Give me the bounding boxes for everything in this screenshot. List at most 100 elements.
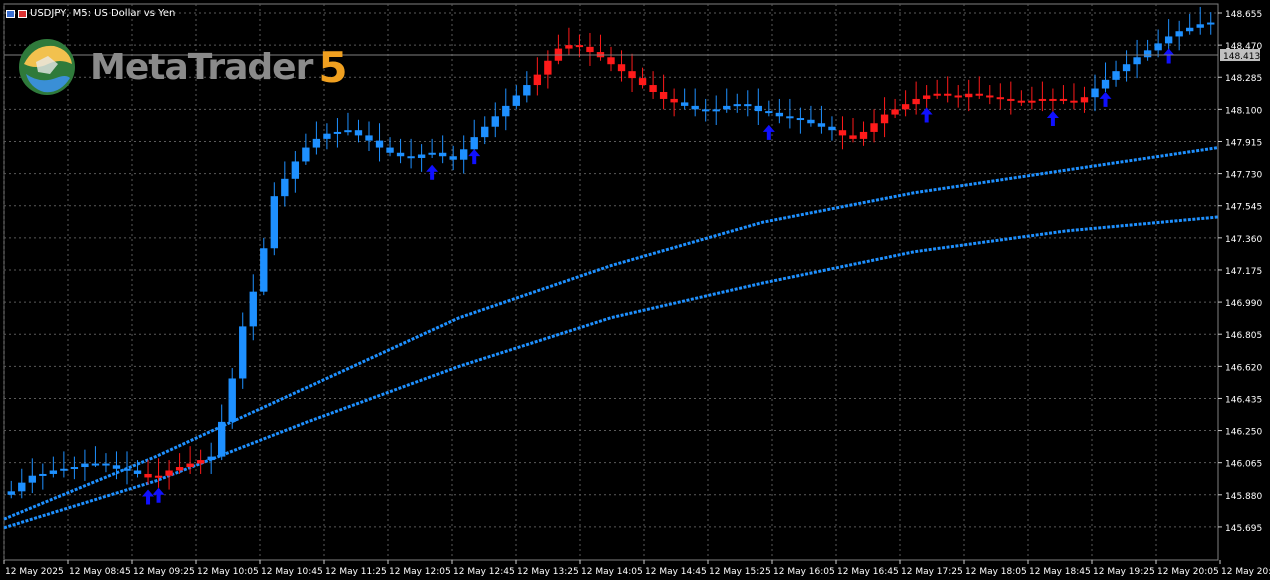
candle-body xyxy=(102,463,110,466)
y-tick-label: 147.175 xyxy=(1225,267,1262,277)
candle-body xyxy=(523,85,531,96)
candle-body xyxy=(859,131,868,139)
x-tick-label: 12 May 14:45 xyxy=(645,567,707,577)
candle-body xyxy=(460,149,468,160)
candle-body xyxy=(1059,98,1068,101)
candle-body xyxy=(165,470,173,476)
candle-body xyxy=(449,156,457,160)
candle-body xyxy=(1049,98,1057,101)
candle-body xyxy=(1091,88,1099,98)
candle-body xyxy=(1028,100,1036,103)
buy-signal-arrow xyxy=(1162,48,1175,64)
y-tick-label: 147.360 xyxy=(1225,235,1262,245)
x-tick-label: 12 May 11:25 xyxy=(325,567,387,577)
candle-body xyxy=(638,78,647,86)
buy-signal-arrow xyxy=(762,124,775,140)
candle-body xyxy=(933,93,941,96)
candle-body xyxy=(733,104,741,107)
candle-body xyxy=(1122,64,1131,72)
candle-body xyxy=(775,112,784,117)
candle-body xyxy=(1007,98,1015,101)
candle-body xyxy=(891,109,899,115)
candle-body xyxy=(470,137,478,150)
candle-body xyxy=(723,105,731,110)
candle-body xyxy=(796,118,805,121)
candle-body xyxy=(1070,100,1078,103)
x-tick-label: 12 May 08:45 xyxy=(69,567,131,577)
candle-body xyxy=(533,74,542,86)
candle-body xyxy=(617,64,626,72)
candle-body xyxy=(754,105,762,112)
candle-body xyxy=(291,161,300,179)
x-tick-label: 12 May 09:25 xyxy=(133,567,195,577)
y-tick-label: 146.990 xyxy=(1225,299,1262,309)
chart-window[interactable]: 148.655 148.470 148.285 148.100 147.915 147.7… xyxy=(0,0,1270,580)
candle-body xyxy=(386,147,394,153)
candle-body xyxy=(218,421,226,457)
x-tick-label: 12 May 17:25 xyxy=(901,567,963,577)
y-tick-label: 146.620 xyxy=(1225,363,1262,373)
candle-body xyxy=(186,463,194,468)
x-tick-label: 12 May 20:4 xyxy=(1221,567,1270,577)
candle-body xyxy=(512,95,520,106)
metatrader-logo: MetaTrader 5 xyxy=(14,34,348,100)
candle-body xyxy=(491,116,499,127)
candle-body xyxy=(154,475,163,478)
candle-body xyxy=(965,93,973,98)
y-tick-label: 148.655 xyxy=(1225,10,1262,20)
candle-body xyxy=(680,102,689,106)
candle-body xyxy=(333,131,342,134)
candle-body xyxy=(975,93,983,96)
candle-body xyxy=(1080,97,1089,103)
candle-body xyxy=(228,378,236,422)
current-price-label: 148.413 xyxy=(1223,52,1260,62)
y-tick-label: 146.250 xyxy=(1225,428,1262,438)
y-tick-label: 147.915 xyxy=(1225,138,1262,148)
candle-body xyxy=(586,46,594,53)
candle-body xyxy=(1164,36,1173,44)
candle-body xyxy=(365,135,373,141)
candle-body xyxy=(428,152,436,155)
candle-body xyxy=(407,156,415,159)
candle-body xyxy=(659,91,668,99)
candle-body xyxy=(249,291,257,327)
moving-average-fast xyxy=(3,146,1219,521)
candle-body xyxy=(417,154,426,158)
x-tick-label: 12 May 12:05 xyxy=(389,567,451,577)
candle-body xyxy=(901,104,910,110)
x-tick-label: 12 May 16:45 xyxy=(837,567,899,577)
candle-body xyxy=(828,126,836,131)
candle-body xyxy=(1112,71,1120,80)
y-tick-label: 146.065 xyxy=(1225,460,1262,470)
moving-average-slow xyxy=(3,215,1219,530)
chart-window-icon xyxy=(6,9,15,18)
candle-body xyxy=(91,463,100,466)
candle-body xyxy=(744,104,752,107)
metatrader-globe-icon xyxy=(19,39,75,95)
candle-body xyxy=(239,326,247,379)
candle-body xyxy=(281,178,289,197)
candle-body xyxy=(312,138,321,148)
y-tick-label: 145.695 xyxy=(1225,524,1262,534)
candle-body xyxy=(175,467,184,471)
candle-body xyxy=(270,196,278,249)
x-tick-label: 12 May 10:05 xyxy=(197,567,259,577)
candle-body xyxy=(112,465,121,469)
candle-body xyxy=(691,105,699,110)
candle-body xyxy=(986,95,994,98)
candle-body xyxy=(1196,24,1204,28)
candle-body xyxy=(302,147,310,162)
candle-body xyxy=(396,152,405,157)
candle-body xyxy=(544,60,552,75)
chart-title-bar: USDJPY, M5: US Dollar vs Yen xyxy=(6,8,175,19)
buy-signal-arrow xyxy=(1046,110,1059,126)
x-tick-label: 12 May 18:05 xyxy=(965,567,1027,577)
candle-body xyxy=(502,105,510,117)
candle-body xyxy=(817,123,826,127)
candle-body xyxy=(870,123,878,132)
candle-body xyxy=(565,45,573,49)
candle-body xyxy=(712,109,720,112)
candle-body xyxy=(60,468,68,471)
x-tick-label: 12 May 16:05 xyxy=(773,567,835,577)
candle-body xyxy=(944,93,952,96)
